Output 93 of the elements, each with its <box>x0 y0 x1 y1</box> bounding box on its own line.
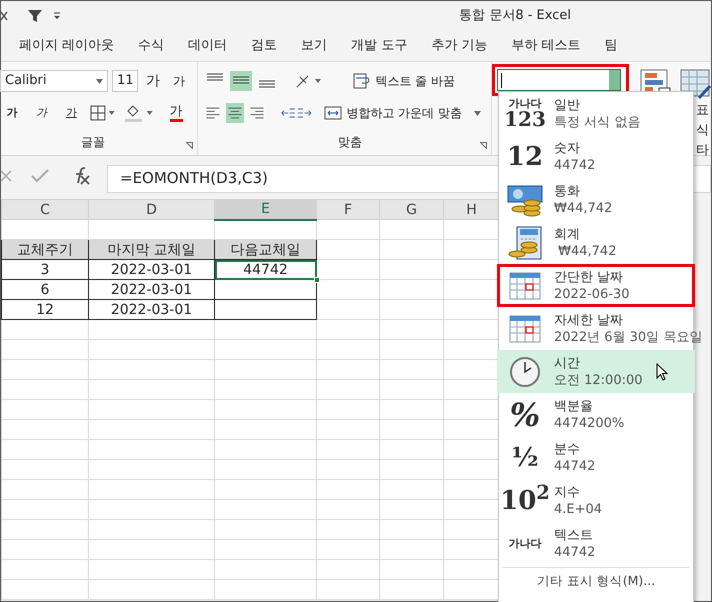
table-cell: 3 <box>2 260 88 280</box>
format-sample: 2022-06-30 <box>554 286 630 302</box>
grow-font-button[interactable]: 가 <box>142 70 164 92</box>
format-option[interactable]: 10$^{2}$ 지수 4.E+04 <box>497 479 695 522</box>
ribbon-tab[interactable]: 수식 <box>138 36 164 56</box>
format-name: 자세한 날짜 <box>554 312 624 328</box>
table-format-icon[interactable] <box>679 68 711 100</box>
caret-icon <box>96 78 103 84</box>
merge-center-button[interactable]: 병합하고 가운데 맞춤 <box>324 104 481 122</box>
dialog-launcher-icon[interactable] <box>480 142 487 149</box>
format-option[interactable]: % 백분율 4474200% <box>497 393 695 436</box>
format-sample: 44742 <box>554 458 596 474</box>
clock-icon <box>509 356 541 388</box>
ribbon-tab[interactable]: 추가 기능 <box>431 36 488 56</box>
format-icon: 가나다 <box>500 538 550 549</box>
table-cell: 6 <box>2 280 88 300</box>
format-sample: 특정 서식 없음 <box>554 114 640 130</box>
ribbon-tab[interactable]: 부하 테스트 <box>511 36 581 56</box>
format-name: 텍스트 <box>554 526 594 544</box>
more-formats-link[interactable]: 기타 표시 형식(M)... <box>503 567 689 591</box>
shrink-font-button[interactable]: 가 <box>168 70 190 92</box>
format-name: 분수 <box>554 440 581 458</box>
format-name: 간단한 날짜 <box>554 268 624 286</box>
fill-handle[interactable] <box>314 277 320 283</box>
align-middle-icon[interactable] <box>230 71 252 91</box>
ribbon-tab[interactable]: 검토 <box>251 36 278 56</box>
ribbon-label: 식 <box>696 122 709 140</box>
format-option[interactable]: 간단한 날짜 2022-06-30 <box>497 264 695 307</box>
ribbon-tab[interactable]: 데이터 <box>188 36 228 56</box>
format-option[interactable]: ½ 분수 44742 <box>497 436 695 479</box>
table-cell: 12 <box>2 300 88 320</box>
ribbon-tab[interactable]: 보기 <box>301 36 328 56</box>
number-format-field[interactable] <box>497 69 621 91</box>
column-header[interactable]: F <box>316 200 380 220</box>
column-title-cell: 교체주기 <box>2 240 88 260</box>
window-title: 통합 문서8 - Excel <box>459 7 571 26</box>
font-style-button[interactable]: 가 <box>60 102 82 124</box>
format-sample: ₩44,742 <box>554 200 612 216</box>
column-header[interactable]: H <box>444 200 500 220</box>
ribbon-label: 타 <box>696 142 709 160</box>
borders-icon[interactable] <box>90 105 116 121</box>
column-title-cell: 다음교체일 <box>214 240 316 260</box>
calculator-icon <box>507 226 543 260</box>
font-color-button[interactable]: 가 <box>161 102 191 124</box>
group-label: 글꼴 <box>81 134 105 151</box>
font-size-field[interactable]: 11 <box>112 70 138 92</box>
wrap-text-button[interactable]: 텍스트 줄 바꿈 <box>353 72 455 90</box>
cursor-icon <box>656 363 668 381</box>
column-header[interactable]: G <box>380 200 444 220</box>
wrap-icon <box>353 73 372 89</box>
format-option[interactable]: 회계 ₩44,742 <box>497 221 695 264</box>
format-name: 지수 <box>554 484 581 500</box>
close-icon[interactable] <box>1 10 9 22</box>
fill-color-icon[interactable] <box>124 103 154 123</box>
format-icon: ½ <box>500 444 550 470</box>
font-style-button[interactable]: 가 <box>1 102 23 124</box>
format-sample: 2022년 6월 30일 목요일 <box>554 328 702 346</box>
format-sample: 4474200% <box>554 414 624 432</box>
format-name: 시간 <box>554 354 581 372</box>
caret-icon <box>474 110 481 116</box>
column-title-cell: 마지막 교체일 <box>88 240 214 260</box>
format-sample: 4.E+04 <box>554 500 602 518</box>
customize-icon[interactable] <box>53 11 61 21</box>
table-cell: 2022-03-01 <box>88 300 214 320</box>
format-name: 백분율 <box>554 398 594 414</box>
format-sample: ₩44,742 <box>557 242 616 260</box>
format-name: 일반 <box>554 96 581 114</box>
group-label: 맞춤 <box>338 134 362 151</box>
calendar-icon <box>509 270 541 300</box>
format-icon: 가나다 123 <box>500 98 550 129</box>
format-option[interactable]: 시간 오전 12:00:00 <box>497 350 695 393</box>
format-name: 숫자 <box>554 140 581 156</box>
table-cell: 2022-03-01 <box>88 280 214 300</box>
dialog-launcher-icon[interactable] <box>186 142 193 149</box>
ribbon-label: 표 <box>696 102 709 120</box>
format-sample: 오전 12:00:00 <box>554 372 643 388</box>
filter-icon[interactable] <box>27 8 43 24</box>
ribbon-tab[interactable]: 개발 도구 <box>351 36 408 56</box>
column-header[interactable]: C <box>2 200 88 220</box>
table-cell: 2022-03-01 <box>88 260 214 280</box>
column-header[interactable]: D <box>88 200 214 220</box>
align-center-icon[interactable] <box>226 103 244 123</box>
money-icon <box>506 182 544 216</box>
calendar-icon <box>509 314 541 344</box>
font-name-field[interactable]: Calibri <box>0 70 108 92</box>
ribbon-tab[interactable]: 팀 <box>604 36 618 56</box>
format-sample: 44742 <box>554 544 596 560</box>
font-style-button[interactable]: 가 <box>30 102 52 124</box>
merge-icon <box>324 105 342 121</box>
format-icon: % <box>500 398 550 430</box>
ribbon-tab[interactable]: 페이지 레이아웃 <box>19 36 114 56</box>
column-header[interactable]: E <box>214 200 316 220</box>
format-name: 회계 <box>554 226 581 242</box>
